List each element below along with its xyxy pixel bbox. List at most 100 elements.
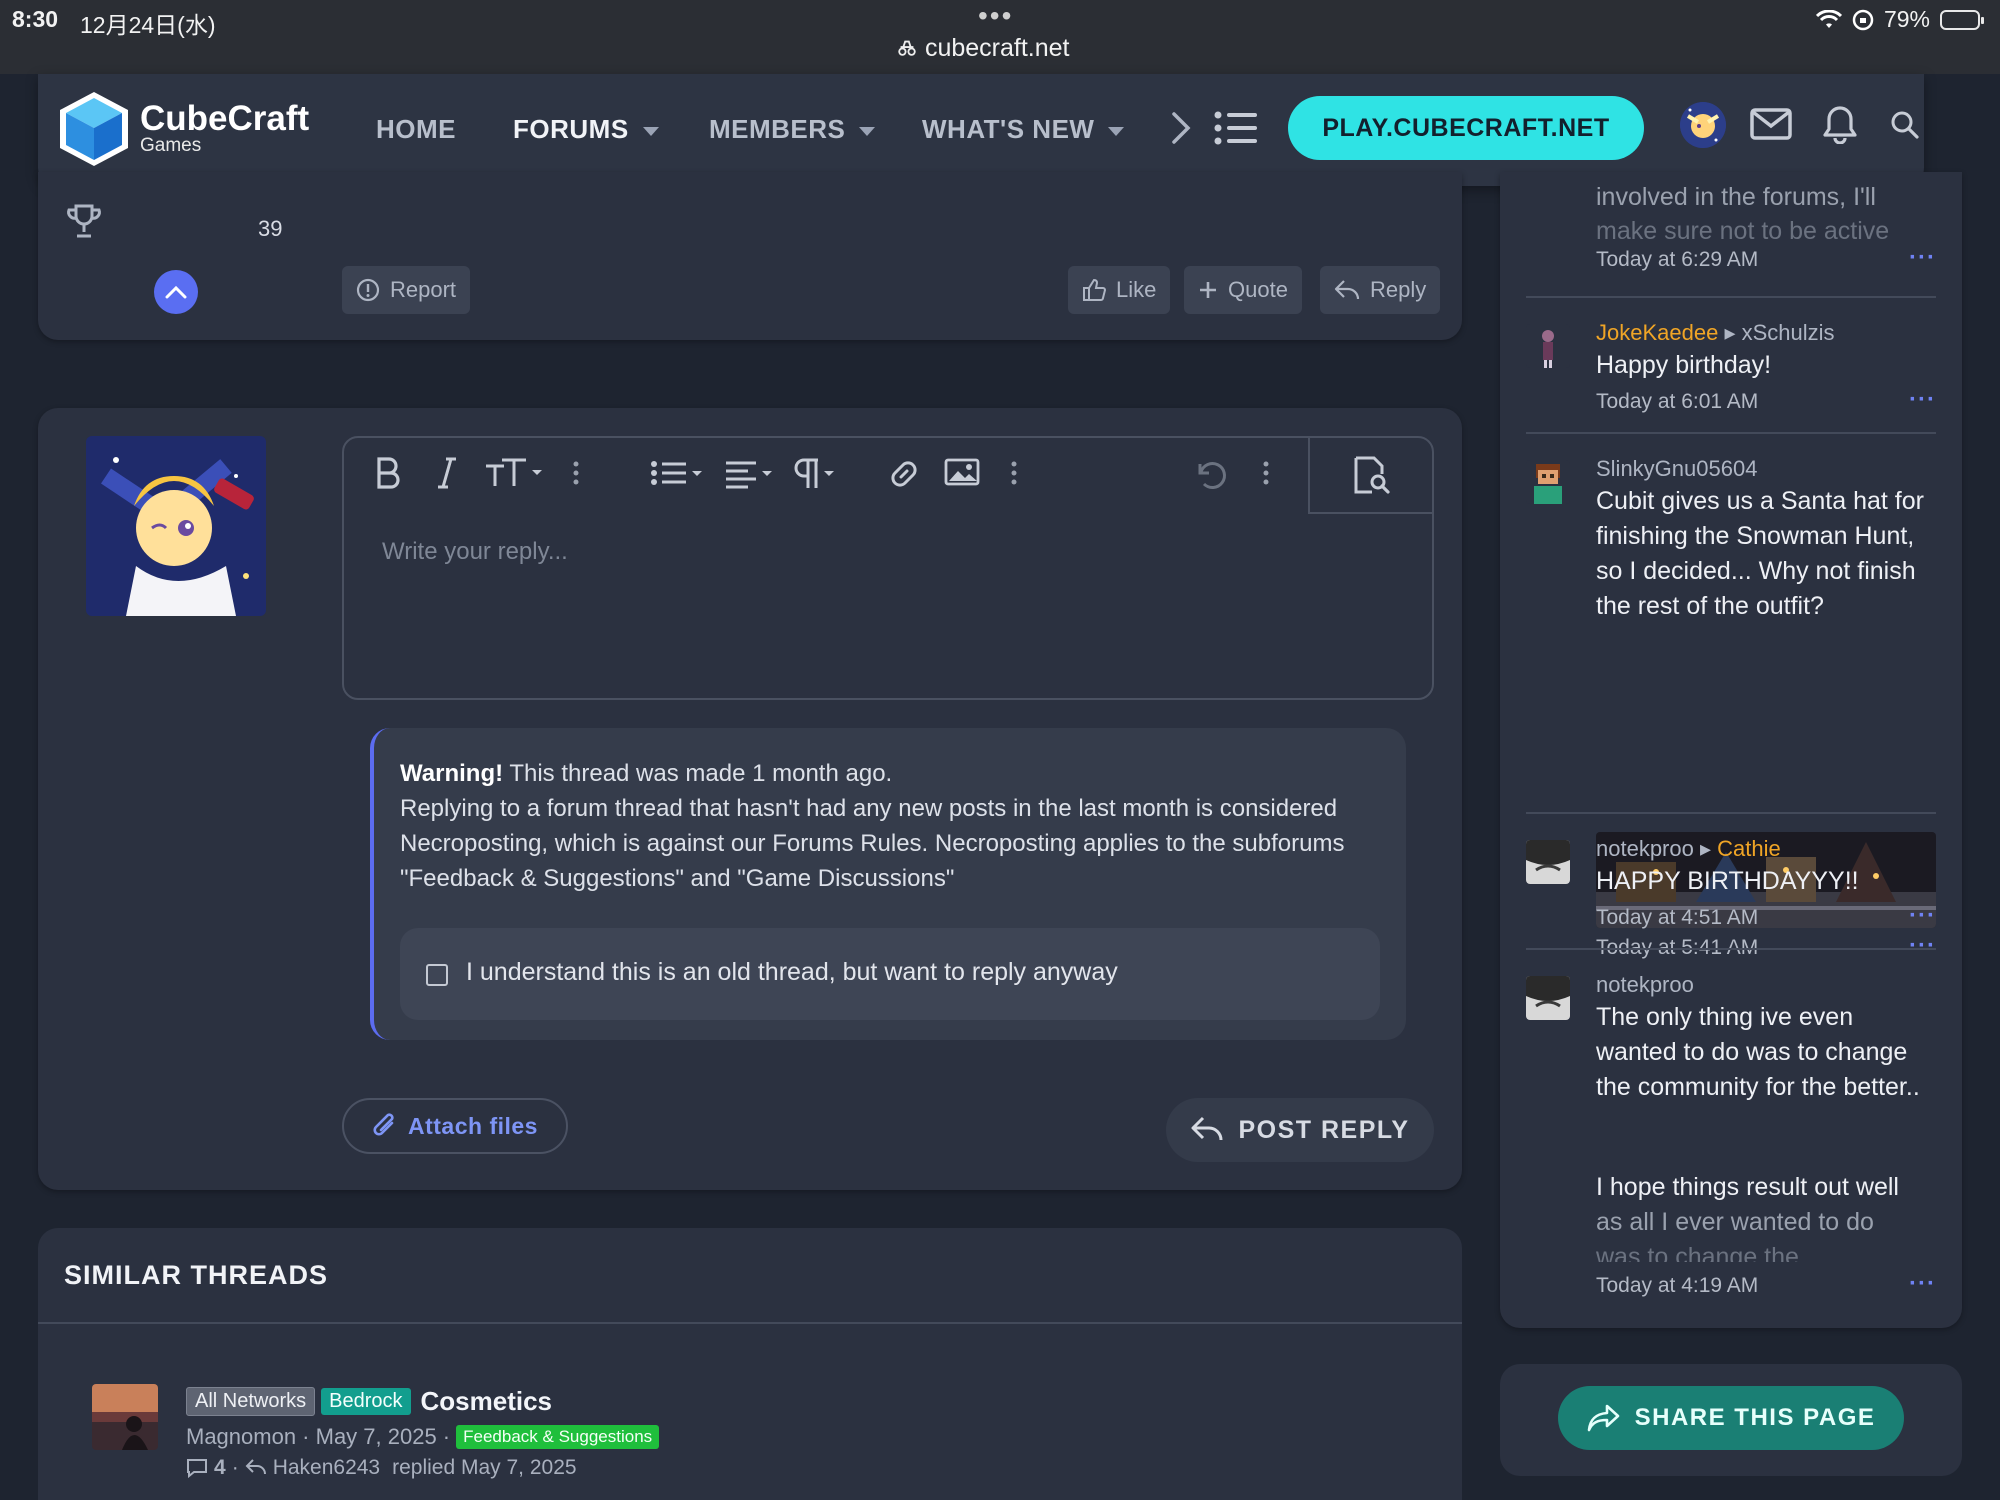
divider — [1526, 296, 1936, 298]
thread-stats: 4 · Haken6243 replied May 7, 2025 — [186, 1456, 577, 1480]
more-icon[interactable]: ··· — [1909, 244, 1936, 272]
post-body-line: make sure not to be active — [1596, 217, 1890, 242]
more-icon[interactable]: ··· — [1909, 386, 1936, 414]
nav-members[interactable]: MEMBERS — [709, 114, 876, 145]
previous-post-footer: 39 Report Like Quote Reply — [38, 172, 1462, 340]
poster-username[interactable]: SlinkyGnu05604 — [1596, 456, 1757, 481]
avatar-image — [1526, 460, 1570, 504]
avatar[interactable] — [1526, 324, 1570, 368]
chevron-down-icon[interactable] — [859, 126, 876, 136]
post-time[interactable]: Today at 6:29 AM — [1596, 248, 1758, 272]
italic-icon[interactable] — [436, 456, 458, 495]
poster-username[interactable]: notekproo — [1596, 836, 1694, 861]
chevron-down-icon[interactable] — [642, 126, 659, 136]
post-body: Cubit gives us a Santa hat for finishing… — [1596, 487, 1924, 620]
avatar[interactable] — [1526, 840, 1570, 884]
prefix-all-networks[interactable]: All Networks — [186, 1387, 316, 1416]
poster-username[interactable]: JokeKaedee — [1596, 320, 1718, 345]
mail-icon[interactable] — [1750, 108, 1792, 140]
thread-author-date[interactable]: Magnomon · May 7, 2025 · — [186, 1424, 450, 1450]
last-replier[interactable]: Haken6243 — [273, 1456, 380, 1480]
more-options-icon[interactable] — [572, 456, 580, 495]
user-avatar[interactable] — [1680, 102, 1726, 148]
warning-title: Warning! — [400, 760, 504, 787]
preview-toggle[interactable] — [1308, 438, 1434, 514]
search-icon[interactable] — [1890, 110, 1920, 140]
divider — [1526, 948, 1936, 950]
poster-username[interactable]: notekproo — [1596, 972, 1694, 997]
prefix-bedrock[interactable]: Bedrock — [321, 1388, 411, 1415]
reply-button[interactable]: Reply — [1320, 266, 1441, 314]
share-page-button[interactable]: SHARE THIS PAGE — [1558, 1386, 1904, 1450]
bold-icon[interactable] — [374, 456, 402, 495]
like-button[interactable]: Like — [1068, 266, 1171, 314]
play-server-button[interactable]: PLAY.CUBECRAFT.NET — [1288, 96, 1644, 160]
font-size-icon[interactable] — [484, 456, 544, 495]
warning-body: Replying to a forum thread that hasn't h… — [400, 795, 1345, 892]
post-reply-button[interactable]: POST REPLY — [1166, 1098, 1434, 1162]
report-button[interactable]: Report — [342, 266, 471, 314]
bell-icon[interactable] — [1822, 104, 1858, 144]
nav-forums[interactable]: FORUMS — [513, 114, 659, 145]
avatar[interactable] — [1526, 460, 1570, 504]
trophy-points: 39 — [258, 216, 283, 241]
thread-author-avatar[interactable] — [92, 1384, 158, 1450]
avatar-image — [1526, 840, 1570, 884]
list-menu-icon[interactable] — [1214, 110, 1258, 146]
chevron-right-icon[interactable] — [1170, 110, 1192, 146]
preview-icon — [1354, 456, 1390, 494]
share-panel: SHARE THIS PAGE — [1500, 1364, 1962, 1476]
target-username[interactable]: Cathie — [1717, 836, 1781, 861]
scroll-up-button[interactable] — [154, 270, 198, 314]
divider — [1526, 812, 1936, 814]
reply-arrow-icon — [1191, 1116, 1223, 1141]
post-body: Happy birthday! — [1596, 351, 1772, 379]
old-thread-confirm[interactable]: I understand this is an old thread, but … — [400, 928, 1380, 1020]
chevron-down-icon[interactable] — [1108, 126, 1125, 136]
paragraph-icon[interactable] — [790, 456, 840, 495]
thread-title-link[interactable]: Cosmetics — [421, 1386, 553, 1417]
screen-lock-icon — [1852, 9, 1874, 30]
forum-tag[interactable]: Feedback & Suggestions — [456, 1425, 660, 1449]
avatar[interactable] — [1526, 976, 1570, 1020]
cubecraft-logo[interactable]: CubeCraft Games — [58, 90, 309, 168]
current-user-avatar[interactable] — [86, 436, 266, 616]
image-icon[interactable] — [944, 456, 980, 493]
confirm-label[interactable]: I understand this is an old thread, but … — [466, 958, 1118, 987]
undo-icon[interactable] — [1192, 456, 1228, 497]
link-icon[interactable] — [886, 456, 922, 497]
necropost-warning: Warning! This thread was made 1 month ag… — [370, 728, 1406, 1040]
plus-icon — [1200, 282, 1216, 298]
battery-percent: 79% — [1883, 6, 1930, 32]
post-time[interactable]: Today at 4:51 AM — [1596, 906, 1758, 930]
like-label: Like — [1116, 277, 1157, 302]
paperclip-icon — [373, 1113, 394, 1136]
more-icon[interactable]: ··· — [1909, 1270, 1936, 1298]
separator: · — [231, 1456, 239, 1479]
comment-icon — [187, 1459, 207, 1479]
reply-label: Reply — [1370, 277, 1427, 302]
reply-input[interactable]: Write your reply... — [382, 538, 568, 566]
attach-files-button[interactable]: Attach files — [342, 1098, 568, 1154]
share-icon — [1587, 1404, 1619, 1432]
more-icon[interactable]: ··· — [1909, 932, 1936, 960]
more-icon[interactable]: ··· — [1909, 902, 1936, 930]
quote-button[interactable]: Quote — [1184, 266, 1302, 314]
avatar-image — [1680, 102, 1726, 148]
more-options-icon[interactable] — [1010, 456, 1018, 495]
confirm-checkbox[interactable] — [426, 964, 448, 986]
reply-count: 4 — [214, 1456, 226, 1479]
post-time[interactable]: Today at 4:19 AM — [1596, 1274, 1758, 1298]
align-icon[interactable] — [724, 456, 776, 495]
attach-files-label: Attach files — [408, 1112, 538, 1139]
browser-menu-dots[interactable]: ••• — [978, 0, 1013, 32]
post-time[interactable]: Today at 6:01 AM — [1596, 390, 1758, 414]
nav-forums-label: FORUMS — [513, 114, 629, 144]
address-bar[interactable]: cubecraft.net — [896, 34, 1069, 63]
target-username[interactable]: xSchulzis — [1742, 320, 1835, 345]
more-options-icon[interactable] — [1262, 456, 1270, 495]
nav-home[interactable]: HOME — [376, 114, 456, 145]
nav-whats-new[interactable]: WHAT'S NEW — [922, 114, 1125, 145]
status-right: 79% — [1815, 6, 1984, 33]
list-icon[interactable] — [650, 456, 706, 495]
